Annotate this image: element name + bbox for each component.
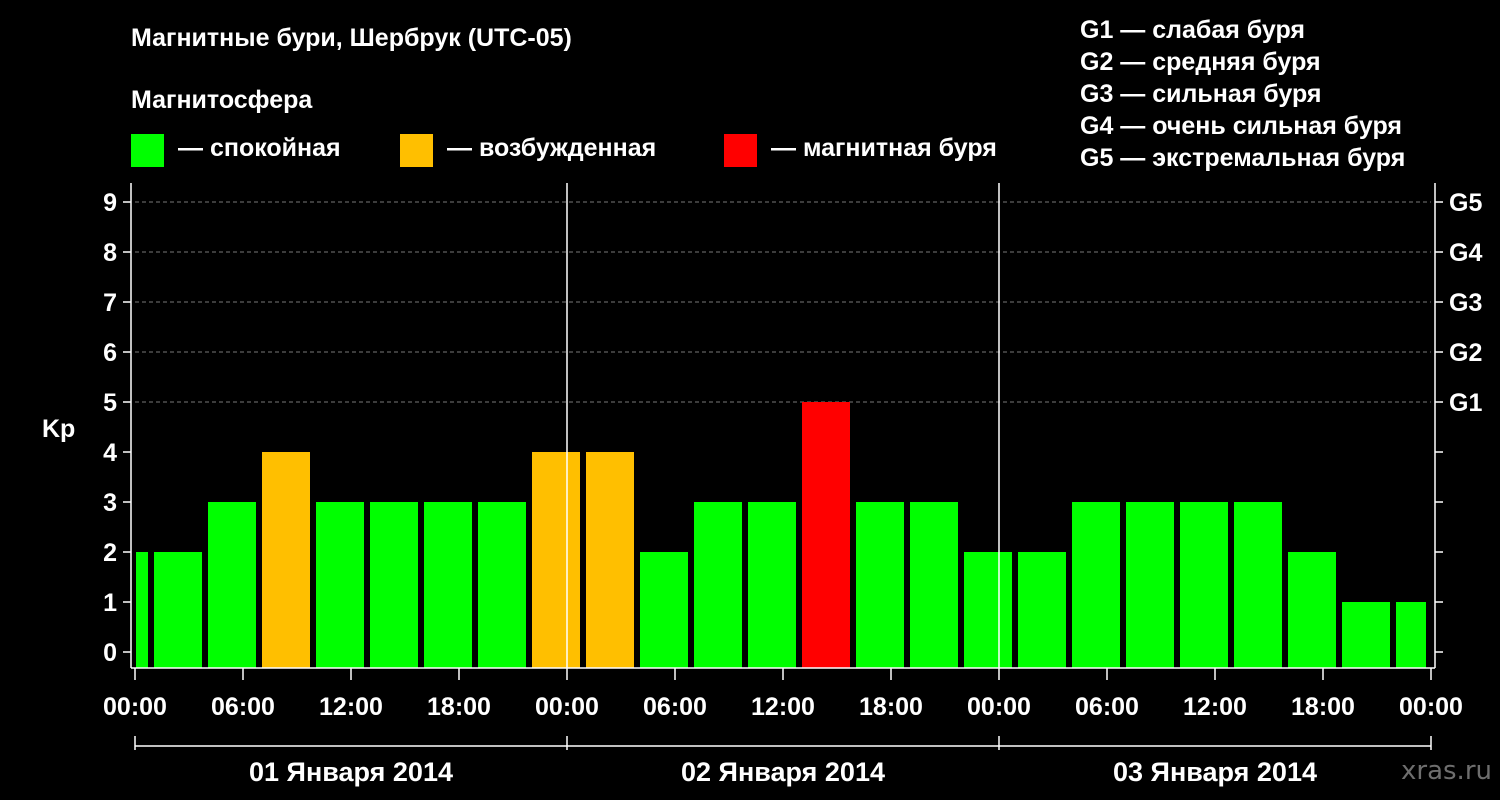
kp-bar xyxy=(478,502,526,668)
x-tick-label: 00:00 xyxy=(967,693,1031,721)
kp-bar xyxy=(370,502,418,668)
kp-bar xyxy=(154,552,202,668)
kp-bar xyxy=(1234,502,1282,668)
x-tick-label: 06:00 xyxy=(1075,693,1139,721)
y-tick-label: 6 xyxy=(103,339,117,367)
day-label: 02 Января 2014 xyxy=(681,757,885,787)
kp-bar xyxy=(208,502,256,668)
y-tick-label: 9 xyxy=(103,189,117,217)
x-tick-label: 12:00 xyxy=(751,693,815,721)
kp-bar-chart: 0 1 2 3 4 5 6 7 8 9 G1 G2 G3 G4 G5 Kp 00:00 06:00 12:00 18:… xyxy=(42,183,1482,787)
kp-bar xyxy=(640,552,688,668)
day-label: 03 Января 2014 xyxy=(1113,757,1317,787)
y-tick-label: 1 xyxy=(103,589,117,617)
kp-bar xyxy=(1072,502,1120,668)
kp-bar xyxy=(856,502,904,668)
x-tick-label: 00:00 xyxy=(1399,693,1463,721)
y-axis-label: Kp xyxy=(42,415,75,443)
kp-bar xyxy=(262,452,310,668)
x-tick-label: 18:00 xyxy=(859,693,923,721)
kp-bar xyxy=(694,502,742,668)
y-tick-label: 8 xyxy=(103,239,117,267)
watermark: xras.ru xyxy=(1401,756,1492,786)
y-tick-label: 3 xyxy=(103,489,117,517)
kp-bar xyxy=(136,552,148,668)
y-tick-label: 2 xyxy=(103,539,117,567)
kp-bar xyxy=(910,502,958,668)
kp-bar xyxy=(1126,502,1174,668)
g-level-label: G4 xyxy=(1449,239,1482,267)
kp-bar xyxy=(802,402,850,668)
x-tick-label: 06:00 xyxy=(211,693,275,721)
x-tick-label: 12:00 xyxy=(1183,693,1247,721)
day-label: 01 Января 2014 xyxy=(249,757,453,787)
g-level-label: G1 xyxy=(1449,389,1482,417)
x-tick-label: 12:00 xyxy=(319,693,383,721)
x-tick-label: 18:00 xyxy=(427,693,491,721)
g-level-label: G3 xyxy=(1449,289,1482,317)
x-tick-label: 18:00 xyxy=(1291,693,1355,721)
kp-bar xyxy=(1342,602,1390,668)
kp-bar xyxy=(424,502,472,668)
y-tick-label: 0 xyxy=(103,639,117,667)
kp-bar xyxy=(964,552,1012,668)
x-tick-label: 00:00 xyxy=(103,693,167,721)
kp-bar xyxy=(316,502,364,668)
g-level-label: G2 xyxy=(1449,339,1482,367)
y-tick-label: 5 xyxy=(103,389,117,417)
x-tick-label: 06:00 xyxy=(643,693,707,721)
kp-bar xyxy=(1180,502,1228,668)
y-tick-label: 4 xyxy=(103,439,117,467)
x-tick-label: 00:00 xyxy=(535,693,599,721)
y-tick-label: 7 xyxy=(103,289,117,317)
kp-bar xyxy=(1018,552,1066,668)
g-level-label: G5 xyxy=(1449,189,1482,217)
kp-bar xyxy=(1396,602,1426,668)
kp-bar xyxy=(1288,552,1336,668)
kp-bar xyxy=(586,452,634,668)
kp-bar xyxy=(748,502,796,668)
kp-bar xyxy=(532,452,580,668)
